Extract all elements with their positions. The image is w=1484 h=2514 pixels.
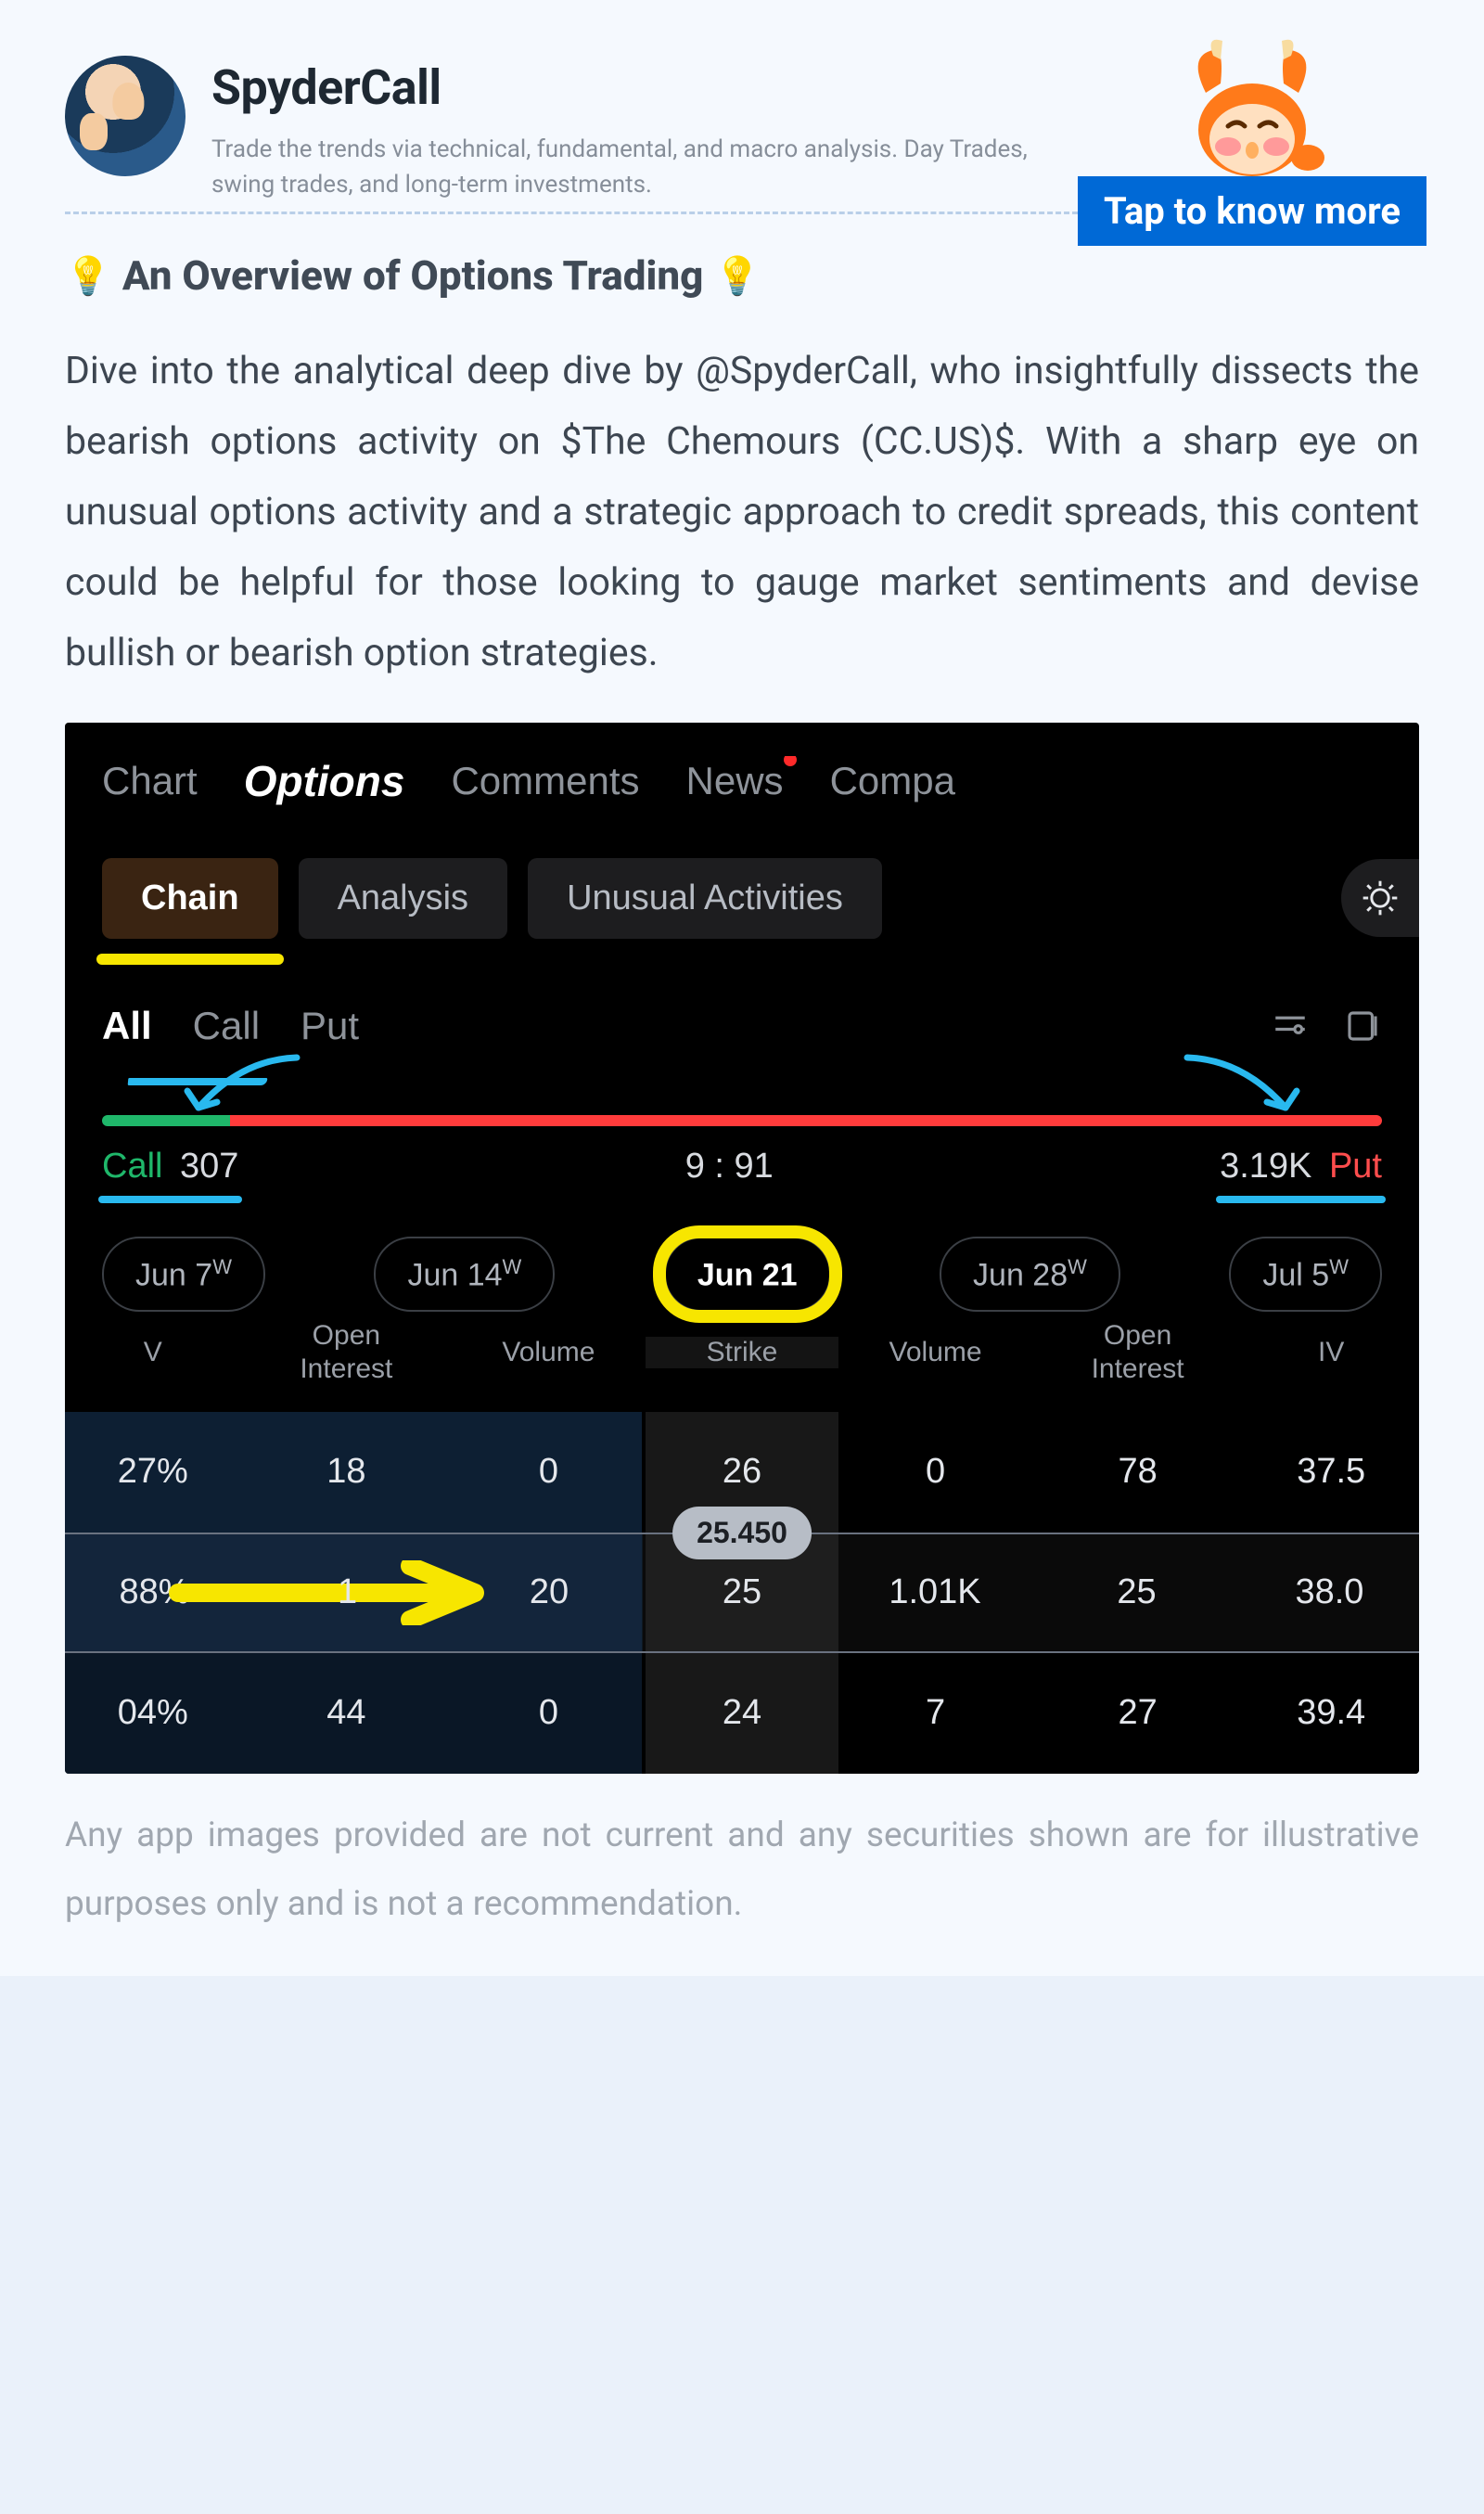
col-vol-left: Volume: [452, 1337, 646, 1368]
subtab-analysis[interactable]: Analysis: [299, 858, 508, 939]
table-row[interactable]: 04% 44 0 24 7 27 39.4: [65, 1653, 1419, 1774]
cell: 18: [241, 1452, 453, 1492]
cell: 1.01K: [838, 1572, 1031, 1612]
annotation-arrow-right: [1178, 1050, 1308, 1124]
mascot-illustration: [1178, 28, 1326, 186]
mascot-cta-group: Tap to know more: [1078, 28, 1426, 246]
section-title-text: An Overview of Options Trading: [122, 251, 704, 300]
ratio-put-label: 3.19K Put: [1220, 1147, 1382, 1186]
col-oi-left: OpenInterest: [241, 1319, 453, 1386]
annotation-arrow-left: [176, 1050, 306, 1124]
col-iv-left: V: [65, 1337, 241, 1368]
bulb-icon: 💡: [714, 254, 761, 298]
col-oi-right: OpenInterest: [1032, 1319, 1244, 1386]
expiry-chip[interactable]: Jul 5W: [1229, 1237, 1382, 1312]
cell: 0: [452, 1452, 646, 1492]
bulb-icon: 💡: [65, 254, 111, 298]
cell: 27%: [65, 1452, 241, 1492]
expiry-chip[interactable]: Jun 28W: [940, 1237, 1120, 1312]
section-title: 💡 An Overview of Options Trading 💡: [65, 251, 1419, 300]
cell: 78: [1032, 1452, 1244, 1492]
filter-put[interactable]: Put: [301, 1004, 359, 1048]
cell-strike: 24: [646, 1653, 839, 1774]
layout-icon[interactable]: [1343, 1007, 1382, 1045]
article-body: Dive into the analytical deep dive by @S…: [65, 337, 1419, 688]
cell: 27: [1032, 1693, 1244, 1733]
tab-options[interactable]: Options: [244, 756, 405, 806]
col-iv-right: IV: [1243, 1337, 1419, 1368]
ratio-call-label: Call 307: [102, 1147, 238, 1186]
filter-call[interactable]: Call: [193, 1004, 260, 1048]
top-tab-bar: Chart Options Comments News Compa: [102, 756, 1382, 806]
expiry-chip-selected[interactable]: Jun 21: [664, 1237, 831, 1312]
cell: 04%: [65, 1693, 241, 1733]
ratio-call-text: Call: [102, 1147, 162, 1186]
expiry-chip-row: Jun 7W Jun 14W Jun 21 Jun 28W Jul 5W: [102, 1237, 1382, 1312]
cell: 39.4: [1243, 1693, 1419, 1733]
ratio-put-count: 3.19K: [1220, 1147, 1311, 1186]
table-header: V OpenInterest Volume Strike Volume Open…: [65, 1312, 1419, 1412]
cta-button[interactable]: Tap to know more: [1078, 176, 1426, 246]
ratio-call-count: 307: [180, 1147, 238, 1186]
settings-lines-icon[interactable]: [1271, 1007, 1310, 1045]
tab-company[interactable]: Compa: [830, 759, 955, 803]
table-row-selected[interactable]: 25.450 88% 1 20 25 1.01K 25 38.0: [65, 1533, 1419, 1653]
cell: 0: [838, 1452, 1032, 1492]
current-price-tag: 25.450: [672, 1507, 812, 1559]
author-header: SpyderCall Trade the trends via technica…: [65, 56, 1419, 202]
author-avatar[interactable]: [65, 56, 186, 176]
tab-comments[interactable]: Comments: [451, 759, 639, 803]
filter-all[interactable]: All: [102, 1004, 152, 1048]
subtab-unusual[interactable]: Unusual Activities: [528, 858, 882, 939]
ratio-mid: 9 : 91: [685, 1147, 774, 1186]
idea-bulb-button[interactable]: [1341, 859, 1419, 937]
ratio-labels: Call 307 9 : 91 3.19K Put: [102, 1147, 1382, 1186]
cell: 7: [838, 1693, 1032, 1733]
cell: 1: [242, 1572, 453, 1612]
cell: 37.5: [1243, 1452, 1419, 1492]
ratio-put-text: Put: [1329, 1147, 1382, 1186]
cell: 44: [241, 1693, 453, 1733]
article-card: SpyderCall Trade the trends via technica…: [0, 0, 1484, 1976]
expiry-chip[interactable]: Jun 7W: [102, 1237, 265, 1312]
col-vol-right: Volume: [838, 1337, 1032, 1368]
author-bio: Trade the trends via technical, fundamen…: [211, 133, 1046, 202]
cell: 38.0: [1242, 1572, 1417, 1612]
col-strike: Strike: [646, 1337, 839, 1368]
tab-news[interactable]: News: [686, 759, 784, 803]
view-controls: [1271, 1007, 1382, 1045]
author-text-block: SpyderCall Trade the trends via technica…: [211, 56, 1046, 202]
cell: 0: [452, 1693, 646, 1733]
subtab-chain[interactable]: Chain: [102, 858, 278, 939]
filter-row: All Call Put: [102, 1004, 1382, 1048]
app-screenshot: Chart Options Comments News Compa Chain …: [65, 723, 1419, 1774]
option-chain-table: V OpenInterest Volume Strike Volume Open…: [65, 1312, 1419, 1774]
cell: 25: [1031, 1572, 1242, 1612]
sub-tab-bar: Chain Analysis Unusual Activities: [102, 858, 1382, 939]
disclaimer-text: Any app images provided are not current …: [65, 1802, 1419, 1939]
call-put-ratio: Call 307 9 : 91 3.19K Put: [102, 1115, 1382, 1186]
expiry-chip[interactable]: Jun 14W: [374, 1237, 555, 1312]
author-name[interactable]: SpyderCall: [211, 59, 1046, 116]
tab-chart[interactable]: Chart: [102, 759, 198, 803]
